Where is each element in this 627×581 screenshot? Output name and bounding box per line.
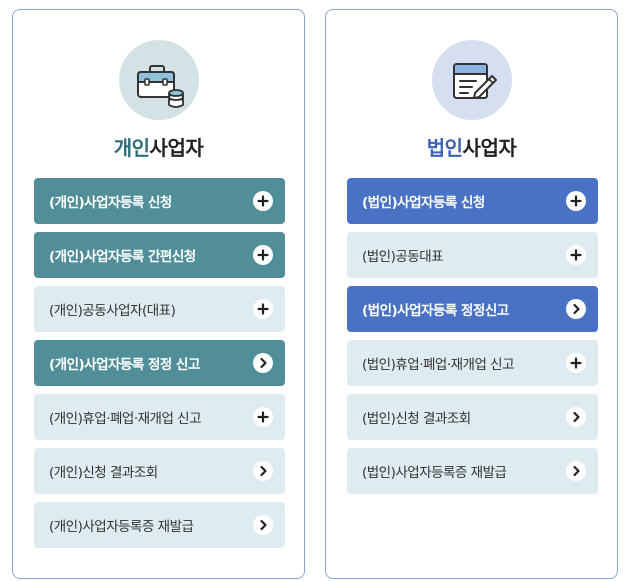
document-pen-icon — [431, 40, 512, 120]
button-label: (개인)사업자등록 신청 — [49, 195, 172, 211]
plus-icon — [253, 245, 273, 265]
corporate-button-5[interactable]: (법인)신청 결과조회 — [347, 394, 598, 440]
title-accent: 법인 — [426, 136, 463, 160]
chevron-right-icon — [566, 461, 586, 481]
chevron-right-icon — [253, 515, 273, 535]
corporate-button-4[interactable]: (법인)휴업·폐업·재개업 신고 — [347, 340, 598, 386]
button-label: (개인)휴업·폐업·재개업 신고 — [49, 411, 202, 427]
corporate-button-1[interactable]: (법인)사업자등록 신청 — [347, 178, 598, 224]
title-rest: 사업자 — [462, 136, 517, 160]
title-accent: 개인 — [113, 136, 150, 160]
button-label: (개인)공동사업자(대표) — [49, 303, 176, 319]
chevron-right-icon — [566, 407, 586, 427]
corporate-button-3[interactable]: (법인)사업자등록 정정신고 — [347, 286, 598, 332]
plus-icon — [566, 191, 586, 211]
corporate-panel-title: 법인사업자 — [326, 132, 617, 161]
button-label: (개인)사업자등록 정정 신고 — [49, 357, 200, 373]
button-label: (개인)사업자등록증 재발급 — [49, 519, 194, 535]
button-label: (법인)공동대표 — [362, 249, 444, 265]
chevron-right-icon — [253, 353, 273, 373]
button-label: (법인)신청 결과조회 — [362, 411, 471, 427]
plus-icon — [253, 299, 273, 319]
button-label: (법인)사업자등록증 재발급 — [362, 465, 507, 481]
plus-icon — [566, 353, 586, 373]
corporate-button-2[interactable]: (법인)공동대표 — [347, 232, 598, 278]
personal-button-4[interactable]: (개인)사업자등록 정정 신고 — [34, 340, 285, 386]
personal-button-2[interactable]: (개인)사업자등록 간편신청 — [34, 232, 285, 278]
briefcase-coins-icon — [118, 40, 199, 120]
personal-button-6[interactable]: (개인)신청 결과조회 — [34, 448, 285, 494]
personal-button-5[interactable]: (개인)휴업·폐업·재개업 신고 — [34, 394, 285, 440]
plus-icon — [253, 191, 273, 211]
personal-button-1[interactable]: (개인)사업자등록 신청 — [34, 178, 285, 224]
personal-button-7[interactable]: (개인)사업자등록증 재발급 — [34, 502, 285, 548]
button-label: (법인)사업자등록 정정신고 — [362, 303, 509, 319]
button-label: (개인)신청 결과조회 — [49, 465, 158, 481]
plus-icon — [253, 407, 273, 427]
personal-button-list: (개인)사업자등록 신청 (개인)사업자등록 간편신청 (개인)공동사업자(대표) (… — [34, 178, 285, 556]
chevron-right-icon — [566, 299, 586, 319]
button-label: (개인)사업자등록 간편신청 — [49, 249, 196, 265]
button-label: (법인)휴업·폐업·재개업 신고 — [362, 357, 515, 373]
title-rest: 사업자 — [149, 136, 204, 160]
corporate-business-panel: 법인사업자 (법인)사업자등록 신청 (법인)공동대표 (법인)사업자등록 정정신고… — [325, 9, 618, 579]
personal-business-panel: 개인사업자 (개인)사업자등록 신청 (개인)사업자등록 간편신청 (개인)공동사업… — [12, 9, 305, 579]
button-label: (법인)사업자등록 신청 — [362, 195, 485, 211]
plus-icon — [566, 245, 586, 265]
personal-button-3[interactable]: (개인)공동사업자(대표) — [34, 286, 285, 332]
personal-panel-title: 개인사업자 — [13, 132, 304, 161]
corporate-button-6[interactable]: (법인)사업자등록증 재발급 — [347, 448, 598, 494]
corporate-button-list: (법인)사업자등록 신청 (법인)공동대표 (법인)사업자등록 정정신고 (법인)휴업… — [347, 178, 598, 502]
chevron-right-icon — [253, 461, 273, 481]
